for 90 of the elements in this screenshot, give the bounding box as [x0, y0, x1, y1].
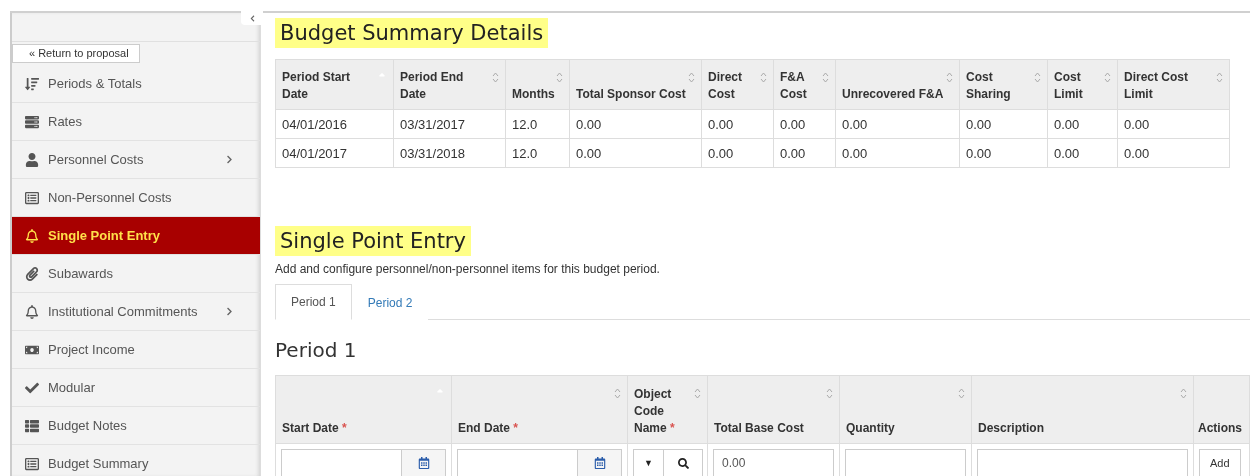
sort-icon[interactable] — [946, 72, 953, 83]
date-field[interactable] — [281, 449, 402, 476]
column-header[interactable]: Months — [505, 59, 570, 110]
sidebar-item[interactable]: Budget Notes — [12, 407, 260, 445]
input-field[interactable]: 0.00 — [713, 449, 834, 476]
sort-icon[interactable] — [1216, 72, 1223, 83]
calendar-icon — [417, 457, 430, 469]
sidebar-item[interactable]: Institutional Commitments — [12, 293, 260, 331]
list-icon — [24, 418, 40, 433]
table-cell: 12.0 — [505, 109, 570, 139]
sidebar-item[interactable]: Periods & Totals — [12, 65, 260, 103]
list-icon — [24, 456, 40, 471]
input-field[interactable] — [845, 449, 966, 476]
table-cell: 0.00 — [959, 109, 1048, 139]
table-cell: 0.00 — [569, 109, 702, 139]
sort-icon[interactable] — [688, 72, 695, 83]
column-header[interactable]: F&A Cost — [773, 59, 836, 110]
calendar-button[interactable] — [578, 449, 622, 476]
column-header[interactable]: Start Date * — [275, 375, 452, 444]
section-title: Single Point Entry — [275, 226, 471, 256]
column-header[interactable]: Cost Limit — [1047, 59, 1118, 110]
section-title: Budget Summary Details — [275, 18, 549, 48]
calendar-button[interactable] — [402, 449, 446, 476]
sort-icon[interactable] — [556, 72, 563, 83]
sidebar-item[interactable]: Single Point Entry — [12, 217, 260, 255]
sort-icon[interactable] — [958, 388, 965, 399]
date-field[interactable] — [457, 449, 578, 476]
table-cell: 04/01/2016 — [275, 109, 394, 139]
table-cell: 04/01/2017 — [275, 138, 394, 168]
lookup-field[interactable]: ▼ — [633, 449, 703, 476]
period-heading: Period 1 — [275, 338, 358, 362]
sort-icon[interactable] — [1034, 72, 1041, 83]
column-header[interactable]: Cost Sharing — [959, 59, 1048, 110]
sort-icon[interactable] — [1104, 72, 1111, 83]
return-link[interactable]: « Return to proposal — [12, 44, 140, 63]
column-header[interactable]: Description — [971, 375, 1194, 444]
sidebar-item[interactable]: Budget Summary — [12, 445, 260, 476]
sort-icon[interactable] — [1180, 388, 1187, 399]
input-field[interactable] — [977, 449, 1188, 476]
table-cell: 0.00 — [1117, 109, 1230, 139]
table-cell: 03/31/2017 — [393, 109, 506, 139]
chevron-left-icon — [248, 14, 256, 22]
sidebar-item[interactable]: Rates — [12, 103, 260, 141]
calendar-icon — [593, 457, 606, 469]
column-header[interactable]: Period Start Date — [275, 59, 394, 110]
column-header[interactable]: Direct Cost — [701, 59, 774, 110]
column-header[interactable]: Total Base Cost — [707, 375, 840, 444]
sort-icon[interactable] — [694, 388, 701, 399]
sort-icon — [24, 76, 40, 91]
table-cell: 03/31/2018 — [393, 138, 506, 168]
check-icon — [24, 380, 40, 395]
table-cell: 0.00 — [701, 138, 774, 168]
sort-icon[interactable] — [492, 72, 499, 83]
sidebar-item[interactable]: Project Income — [12, 331, 260, 369]
table-cell: 0.00 — [835, 109, 960, 139]
column-header[interactable]: Direct Cost Limit — [1117, 59, 1230, 110]
column-header[interactable]: Period End Date — [393, 59, 506, 110]
user-icon — [24, 152, 40, 167]
sidebar-item[interactable]: Personnel Costs — [12, 141, 260, 179]
table-cell: 0.00 — [835, 138, 960, 168]
column-header[interactable]: Object Code Name * — [627, 375, 708, 444]
sort-icon[interactable] — [760, 72, 767, 83]
bell-icon — [24, 228, 40, 243]
server-icon — [24, 114, 40, 129]
column-header[interactable]: Total Sponsor Cost — [569, 59, 702, 110]
column-header[interactable]: Unrecovered F&A — [835, 59, 960, 110]
table-cell: 0.00 — [1117, 138, 1230, 168]
table-cell: 0.00 — [773, 109, 836, 139]
search-icon — [677, 457, 689, 469]
table-cell: 0.00 — [569, 138, 702, 168]
table-cell: 0.00 — [959, 138, 1048, 168]
table-cell: 0.00 — [1047, 109, 1118, 139]
sidebar-item[interactable]: Subawards — [12, 255, 260, 293]
bell-icon — [24, 304, 40, 319]
add-button[interactable]: Add — [1199, 449, 1241, 476]
section-description: Add and configure personnel/non-personnel items for this budget period. — [275, 262, 661, 276]
column-header[interactable]: Quantity — [839, 375, 972, 444]
list-icon — [24, 190, 40, 205]
sort-icon[interactable] — [614, 388, 621, 399]
table-cell: 0.00 — [773, 138, 836, 168]
table-cell: 12.0 — [505, 138, 570, 168]
column-header: Actions — [1193, 375, 1250, 444]
sidebar-item[interactable]: Modular — [12, 369, 260, 407]
sort-icon[interactable] — [822, 72, 829, 83]
table-cell: 0.00 — [701, 109, 774, 139]
column-header[interactable]: End Date * — [451, 375, 628, 444]
paperclip-icon — [24, 266, 40, 281]
sort-icon[interactable] — [826, 388, 833, 399]
table-cell: 0.00 — [1047, 138, 1118, 168]
period-tab[interactable]: Period 1 — [275, 284, 352, 320]
